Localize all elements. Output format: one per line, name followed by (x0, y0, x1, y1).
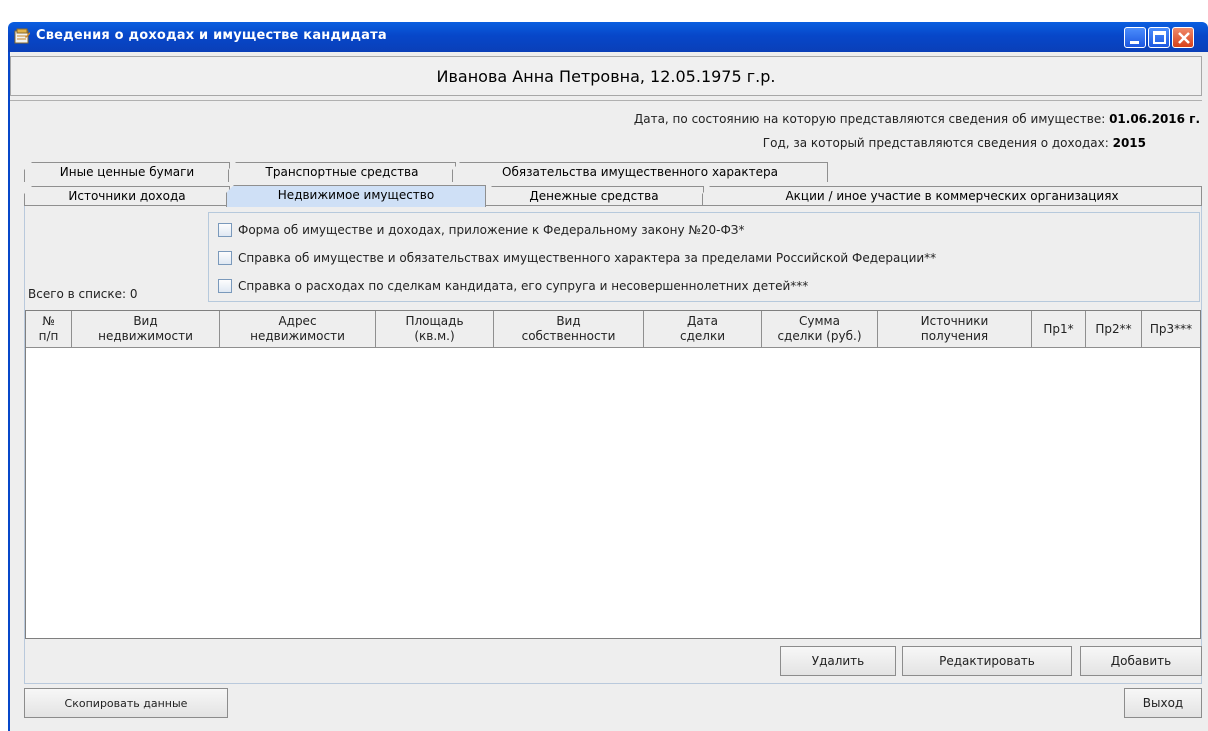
property-date-label: Дата, по состоянию на которую представля… (633, 112, 1106, 126)
checkbox[interactable] (218, 223, 232, 237)
candidate-name: Иванова Анна Петровна, 12.05.1975 г.р. (436, 66, 776, 86)
delete-button[interactable]: Удалить (780, 646, 896, 676)
close-icon (1178, 32, 1190, 44)
tab-label: Недвижимое имущество (277, 188, 435, 202)
column-header[interactable]: Сумма сделки (руб.) (762, 311, 878, 347)
checkbox-label: Форма об имуществе и доходах, приложение… (238, 223, 745, 237)
copy-data-button[interactable]: Скопировать данные (24, 688, 228, 718)
column-header[interactable]: Пр3*** (1142, 311, 1200, 347)
column-header[interactable]: Дата сделки (644, 311, 762, 347)
document-row[interactable]: Справка об имуществе и обязательствах им… (218, 249, 936, 267)
tab-cash[interactable]: Денежные средства (484, 186, 704, 206)
divider (10, 100, 1202, 101)
property-date-value: 01.06.2016 г. (1109, 112, 1200, 126)
income-year-line: Год, за который представляются сведения … (763, 136, 1146, 150)
property-date-line: Дата, по состоянию на которую представля… (634, 112, 1200, 126)
window-titlebar[interactable]: Сведения о доходах и имуществе кандидата (8, 22, 1208, 52)
edit-button[interactable]: Редактировать (902, 646, 1072, 676)
tab-label: Иные ценные бумаги (59, 165, 195, 179)
tab-label: Акции / иное участие в коммерческих орга… (785, 189, 1119, 203)
tab-real-estate[interactable]: Недвижимое имущество (226, 185, 486, 207)
tab-income-sources[interactable]: Источники дохода (24, 186, 230, 206)
minimize-button[interactable] (1124, 27, 1146, 48)
checkbox-label: Справка о расходах по сделкам кандидата,… (238, 279, 809, 293)
column-header[interactable]: № п/п (26, 311, 72, 347)
real-estate-table[interactable]: № п/п Вид недвижимости Адрес недвижимост… (25, 310, 1201, 639)
checkbox-label: Справка об имуществе и обязательствах им… (238, 251, 937, 265)
window-title: Сведения о доходах и имуществе кандидата (36, 28, 387, 43)
income-year-label: Год, за который представляются сведения … (762, 136, 1109, 150)
column-header[interactable]: Источники получения (878, 311, 1032, 347)
total-count: Всего в списке: 0 (28, 287, 138, 301)
close-button[interactable] (1172, 27, 1194, 48)
table-header: № п/п Вид недвижимости Адрес недвижимост… (26, 311, 1200, 348)
checkbox[interactable] (218, 251, 232, 265)
tab-label: Транспортные средства (265, 165, 419, 179)
column-header[interactable]: Пр1* (1032, 311, 1086, 347)
tab-label: Денежные средства (529, 189, 659, 203)
column-header[interactable]: Адрес недвижимости (220, 311, 376, 347)
maximize-button[interactable] (1148, 27, 1170, 48)
column-header[interactable]: Площадь (кв.м.) (376, 311, 494, 347)
exit-button[interactable]: Выход (1124, 688, 1202, 718)
tab-shares[interactable]: Акции / иное участие в коммерческих орга… (702, 186, 1202, 206)
checkbox[interactable] (218, 279, 232, 293)
column-header[interactable]: Вид собственности (494, 311, 644, 347)
tab-label: Обязательства имущественного характера (502, 165, 778, 179)
candidate-header: Иванова Анна Петровна, 12.05.1975 г.р. (10, 56, 1202, 96)
document-row[interactable]: Справка о расходах по сделкам кандидата,… (218, 277, 808, 295)
income-year-value: 2015 (1112, 136, 1146, 150)
minimize-icon (1130, 41, 1139, 44)
tab-obligations[interactable]: Обязательства имущественного характера (452, 162, 828, 182)
document-row[interactable]: Форма об имуществе и доходах, приложение… (218, 221, 744, 239)
column-header[interactable]: Вид недвижимости (72, 311, 220, 347)
column-header[interactable]: Пр2** (1086, 311, 1142, 347)
tab-label: Источники дохода (68, 189, 186, 203)
tab-vehicles[interactable]: Транспортные средства (228, 162, 456, 182)
app-icon (14, 28, 30, 44)
maximize-icon (1153, 31, 1166, 44)
add-button[interactable]: Добавить (1080, 646, 1202, 676)
tab-other-securities[interactable]: Иные ценные бумаги (24, 162, 230, 182)
